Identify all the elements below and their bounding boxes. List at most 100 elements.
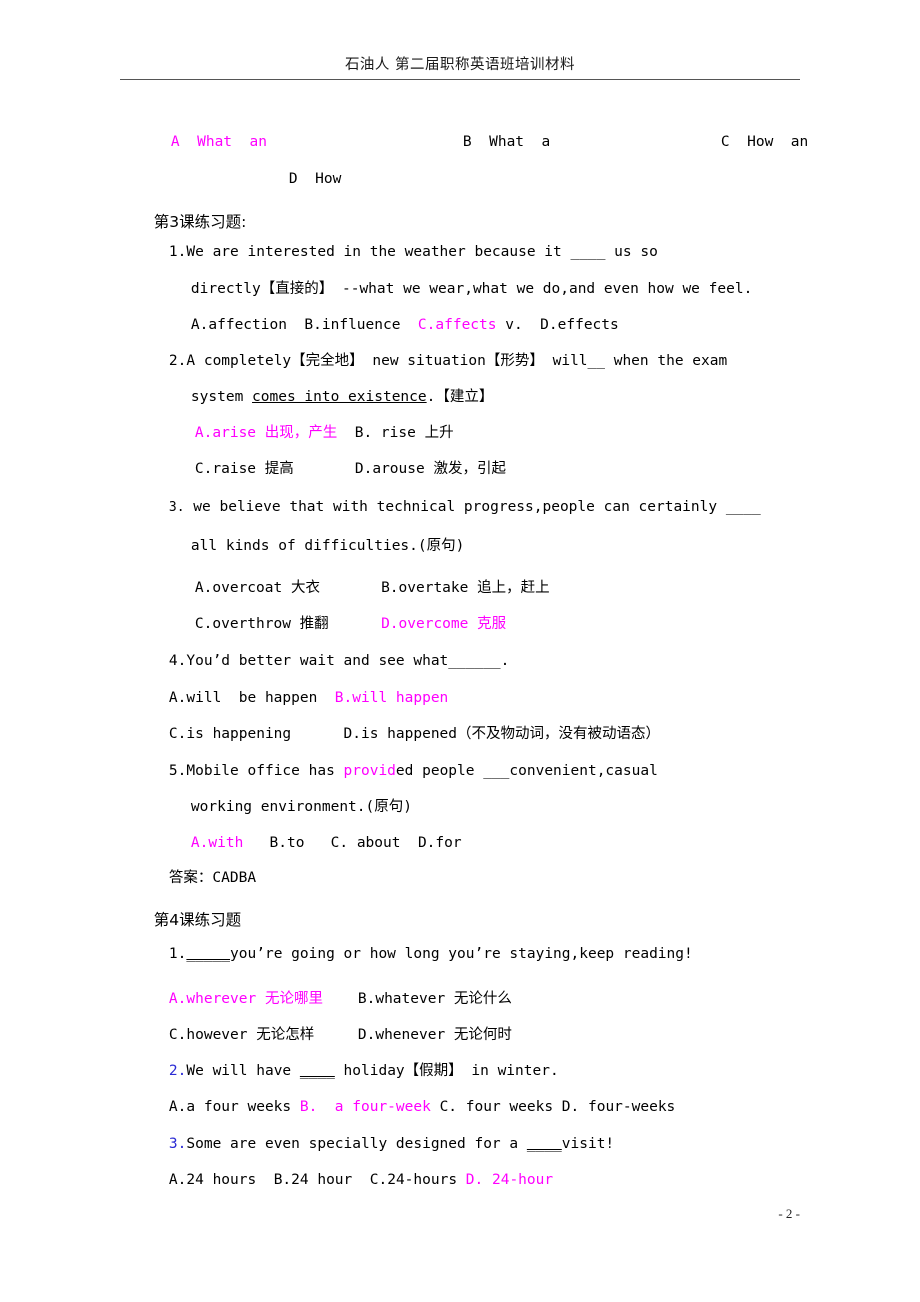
sp11 (243, 835, 269, 851)
page-header: 石油人 第二届职称英语班培训材料 (120, 0, 800, 75)
sp (287, 317, 304, 333)
carryover-option-a-text: A What an (170, 133, 267, 150)
lesson4-q3-option-a: A.24 hours (168, 1171, 257, 1188)
lesson3-q2-stem-c: will__ when the exam (543, 352, 728, 369)
lesson4-q3-option-b: B.24 hour (273, 1171, 353, 1188)
lesson4-q2-stem-a: We will have (186, 1062, 300, 1079)
lesson4-q3-number: 3. (168, 1135, 187, 1152)
lesson4-q2-number: 2. (168, 1062, 187, 1079)
lesson4-q3-stem-b: visit! (561, 1135, 615, 1152)
sp7 (320, 580, 381, 596)
lesson3-q3-stem-line2: all kinds of difficulties.(原句) (156, 524, 464, 568)
carryover-option-b: B What a (428, 120, 550, 164)
lesson4-q1-stem-text: you’re going or how long you’re staying,… (230, 945, 693, 962)
sp4 (523, 317, 540, 333)
lesson3-q1-number: 1. (168, 243, 187, 260)
lesson3-q2-stem-b: new situation (363, 352, 486, 369)
lesson3-heading-text: 第3课练习题: (153, 213, 247, 231)
sp2 (400, 317, 417, 333)
sp9 (317, 690, 334, 706)
lesson3-q2-stem-a: A completely (186, 352, 292, 369)
document-page: 石油人 第二届职称英语班培训材料 A What an B What a C Ho… (0, 0, 920, 1302)
lesson3-q3-option-a: A.overcoat 大衣 (194, 579, 320, 596)
sp10 (291, 726, 343, 742)
lesson4-q2-option-d: D. four-weeks (561, 1098, 676, 1115)
lesson4-q2-stem-b: holiday (334, 1062, 405, 1079)
lesson3-q1-stem-a: We are interested in the weather because… (186, 243, 658, 260)
lesson3-q3-option-c: C.overthrow 推翻 (194, 615, 329, 632)
sp8 (329, 616, 381, 632)
lesson3-q2-option-a: A.arise 出现，产生 (194, 424, 338, 441)
lesson3-q5-number: 5. (168, 762, 187, 779)
lesson3-q4-option-d: D.is happened（不及物动词，没有被动语态） (343, 725, 661, 742)
carryover-option-b-text: B What a (462, 133, 551, 150)
lesson3-q1-directly: directly (190, 280, 261, 297)
lesson3-q1-gloss-directly: 【直接的】 (260, 280, 334, 297)
lesson3-q3-option-d: D.overcome 克服 (381, 615, 507, 632)
header-title: 石油人 第二届职称英语班培训材料 (344, 57, 576, 73)
lesson3-q5-stem-a: Mobile office has (186, 762, 344, 779)
lesson4-q1-blank: _____ (186, 945, 231, 962)
lesson4-q2-option-a: A.a four weeks (168, 1098, 292, 1115)
lesson3-q2-number: 2. (168, 352, 187, 369)
sp16 (291, 1099, 300, 1115)
lesson3-q4-option-a: A.will be happen (168, 689, 318, 706)
lesson3-q3-option-b: B.overtake 追上，赶上 (381, 579, 550, 596)
lesson4-q3-option-c: C.24-hours (369, 1171, 458, 1188)
page-number: - 2 - (778, 1206, 800, 1221)
lesson3-q5-stem-b: ed people ___convenient,casual (395, 762, 658, 779)
lesson3-q1-option-a: A.affection (190, 316, 287, 333)
lesson4-heading-text: 第4课练习题 (153, 911, 242, 929)
lesson3-q3-number: 3. (168, 499, 185, 515)
sp14 (323, 991, 358, 1007)
carryover-option-c: C How an (686, 120, 808, 164)
lesson4-q3-stem-a: Some are even specially designed for a (186, 1135, 527, 1152)
lesson3-q1-stem-b: --what we wear,what we do,and even how w… (333, 280, 753, 297)
lesson3-q1-option-d: D.effects (540, 316, 619, 333)
lesson4-q2-option-b: B. a four-week (299, 1098, 431, 1115)
lesson3-q2-stem-d: system (190, 388, 253, 405)
lesson3-q3-stem-b: all kinds of difficulties.(原句) (190, 537, 465, 554)
sp5 (337, 425, 354, 441)
lesson3-q5-stem-c: working environment.(原句) (190, 798, 412, 815)
carryover-option-c-text: C How an (720, 133, 809, 150)
lesson4-q3-blank: ____ (526, 1135, 562, 1152)
lesson3-q2-gloss-completely: 【完全地】 (291, 352, 364, 369)
lesson4-q1-number: 1. (168, 945, 187, 962)
sp6 (294, 461, 355, 477)
sp3 (497, 317, 506, 333)
lesson3-q1-option-b: B.influence (304, 316, 401, 333)
sp12 (304, 835, 330, 851)
lesson3-q1-option-c: C.affects (417, 316, 497, 333)
sp17 (431, 1099, 440, 1115)
lesson4-q3-option-d: D. 24-hour (465, 1171, 554, 1188)
lesson3-q2-option-b: B. rise 上升 (354, 424, 454, 441)
lesson4-q1-stem: 1._____you’re going or how long you’re s… (134, 932, 693, 976)
lesson4-q2-blank: ____ (299, 1062, 335, 1079)
carryover-option-a: A What an (136, 120, 267, 164)
lesson3-answer-key-text: 答案：CADBA (168, 869, 257, 886)
lesson3-q2-options-row2: C.raise 提高 D.arouse 激发，引起 (160, 447, 506, 491)
lesson3-q2-option-c: C.raise 提高 (194, 460, 294, 477)
sp19 (256, 1172, 273, 1188)
lesson3-q5-option-b: B.to (269, 834, 305, 851)
lesson4-q1-option-d: D.whenever 无论何时 (357, 1026, 512, 1043)
lesson3-q2-gloss-existence: 【建立】 (435, 388, 494, 405)
lesson3-q4-option-c: C.is happening (168, 725, 292, 742)
lesson3-q4-number: 4. (168, 652, 187, 669)
lesson3-q2-gloss-situation: 【形势】 (485, 352, 544, 369)
lesson4-q2-stem-c: in winter. (462, 1062, 559, 1079)
lesson4-q3-options: A.24 hours B.24 hour C.24-hours D. 24-ho… (134, 1158, 553, 1202)
lesson3-q5-option-d: D.for (417, 834, 462, 851)
carryover-option-d-text: D How (288, 170, 342, 187)
lesson4-q2-gloss-holiday: 【假期】 (404, 1062, 463, 1079)
lesson4-q1-option-b: B.whatever 无论什么 (357, 990, 512, 1007)
sp18 (553, 1099, 562, 1115)
lesson3-q5-option-a: A.with (190, 834, 244, 851)
lesson3-q5-option-c: C. about (330, 834, 401, 851)
lesson4-q1-option-c: C.however 无论怎样 (168, 1026, 315, 1043)
lesson3-q1-option-c-suffix: v. (505, 316, 523, 333)
lesson3-q3-stem-a: we believe that with technical progress,… (184, 498, 761, 515)
carryover-option-d: D How (254, 157, 341, 201)
lesson3-q4-option-b: B.will happen (334, 689, 449, 706)
